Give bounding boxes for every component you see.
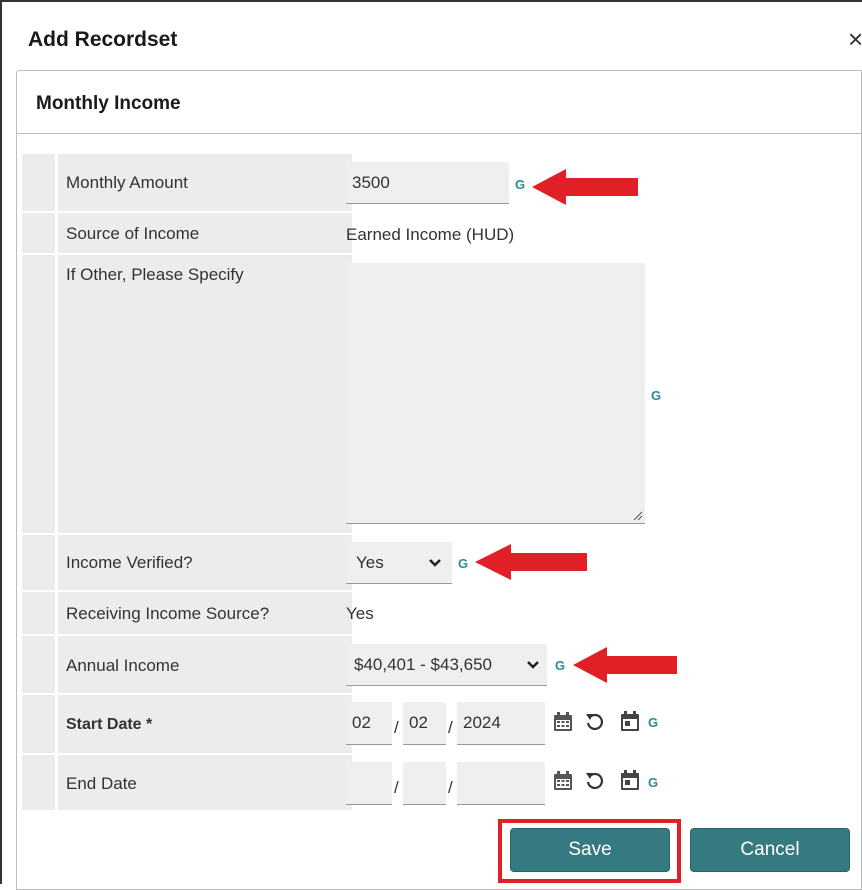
start-date-year-input[interactable] (457, 702, 545, 745)
start-date-day-input[interactable] (403, 702, 446, 745)
annotation-arrow-monthly-amount (532, 169, 638, 205)
income-verified-selected: Yes (356, 553, 384, 572)
if-other-guidance-link[interactable]: G (651, 388, 661, 403)
end-date-day-input[interactable] (403, 762, 446, 805)
reset-icon[interactable] (585, 770, 605, 792)
close-icon[interactable]: × (848, 24, 862, 55)
save-button[interactable]: Save (510, 828, 670, 872)
end-date-month-input[interactable] (346, 762, 392, 805)
calendar-grid-icon[interactable] (552, 770, 574, 792)
label-cell: End Date (58, 755, 352, 810)
annual-income-selected: $40,401 - $43,650 (354, 655, 493, 674)
monthly-amount-guidance-link[interactable]: G (515, 177, 525, 192)
label-cell: Receiving Income Source? (58, 592, 352, 634)
annual-income-select[interactable]: $40,401 - $43,650 (346, 644, 547, 686)
calendar-grid-icon[interactable] (552, 711, 574, 733)
end-date-year-input[interactable] (457, 762, 545, 805)
annual-income-guidance-link[interactable]: G (555, 658, 565, 673)
row-stub (22, 154, 55, 211)
calendar-today-icon[interactable] (619, 769, 641, 792)
start-date-label: Start Date * (66, 716, 152, 734)
source-of-income-label: Source of Income (66, 224, 200, 243)
row-stub (22, 255, 55, 533)
panel-header: Monthly Income (17, 71, 861, 134)
if-other-textarea[interactable] (346, 263, 645, 524)
row-stub (22, 592, 55, 634)
income-verified-guidance-link[interactable]: G (458, 556, 468, 571)
start-date-guidance-link[interactable]: G (648, 715, 658, 730)
monthly-amount-input[interactable] (346, 162, 509, 204)
dialog-title: Add Recordset (28, 28, 178, 51)
resize-handle-icon[interactable] (631, 509, 643, 521)
label-cell: Monthly Amount (58, 154, 352, 211)
annotation-arrow-income-verified (475, 544, 587, 580)
panel-title: Monthly Income (36, 93, 181, 114)
income-verified-label: Income Verified? (66, 553, 193, 572)
start-date-label-text: Start Date (66, 716, 142, 733)
annotation-arrow-annual-income (573, 647, 677, 683)
date-separator: / (394, 718, 399, 737)
row-stub (22, 213, 55, 253)
label-cell: Source of Income (58, 213, 352, 253)
label-cell: Start Date * (58, 695, 352, 753)
dialog-titlebar: Add Recordset × (2, 0, 862, 72)
chevron-down-icon (527, 661, 539, 669)
row-receiving-income-source: Receiving Income Source? (22, 592, 862, 634)
receiving-income-source-value: Yes (346, 604, 374, 623)
label-cell: Income Verified? (58, 535, 352, 590)
label-cell: Annual Income (58, 636, 352, 693)
income-verified-select[interactable]: Yes (346, 542, 452, 584)
date-separator: / (394, 778, 399, 797)
if-other-label: If Other, Please Specify (66, 265, 244, 284)
cancel-button[interactable]: Cancel (690, 828, 850, 872)
annual-income-label: Annual Income (66, 656, 180, 675)
date-separator: / (448, 778, 453, 797)
date-separator: / (448, 718, 453, 737)
row-stub (22, 535, 55, 590)
receiving-income-source-label: Receiving Income Source? (66, 604, 270, 623)
row-stub (22, 636, 55, 693)
source-of-income-value: Earned Income (HUD) (346, 225, 515, 244)
row-stub (22, 755, 55, 810)
required-mark: * (146, 716, 153, 733)
label-cell: If Other, Please Specify (58, 255, 352, 533)
end-date-label: End Date (66, 774, 137, 793)
chevron-down-icon (429, 559, 441, 567)
monthly-amount-label: Monthly Amount (66, 173, 188, 192)
calendar-today-icon[interactable] (619, 710, 641, 733)
end-date-guidance-link[interactable]: G (648, 775, 658, 790)
row-stub (22, 695, 55, 753)
reset-icon[interactable] (585, 711, 605, 733)
start-date-month-input[interactable] (346, 702, 392, 745)
